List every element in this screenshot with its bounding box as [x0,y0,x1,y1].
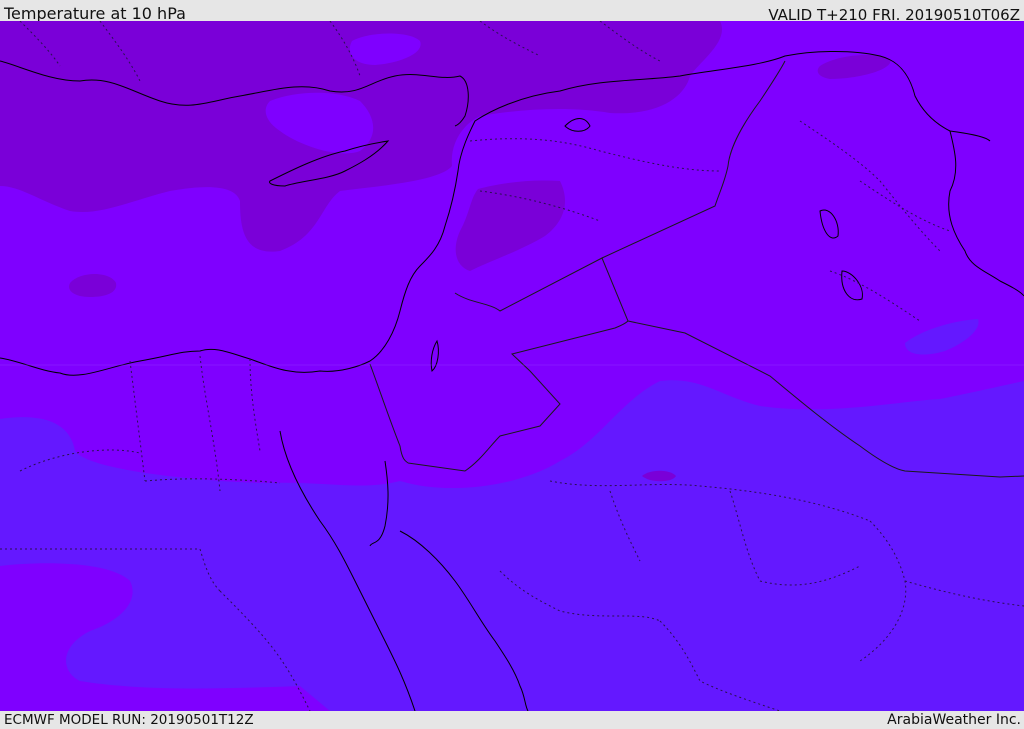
model-run-label: ECMWF MODEL RUN: 20190501T12Z [4,712,254,728]
brand-label: ArabiaWeather Inc. [887,712,1021,728]
temperature-map [0,21,1024,711]
